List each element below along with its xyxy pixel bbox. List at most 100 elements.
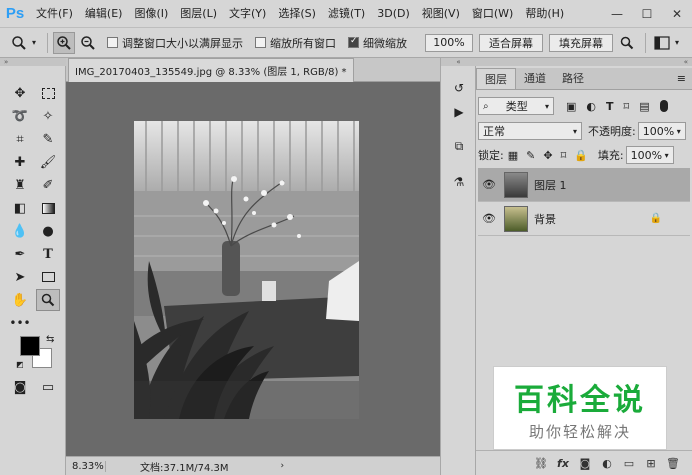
panel-grip[interactable]: « bbox=[476, 58, 692, 66]
zoom-tool-icon[interactable] bbox=[36, 289, 60, 311]
lock-image-icon[interactable]: ✎ bbox=[526, 149, 535, 162]
foreground-color-swatch[interactable] bbox=[20, 336, 40, 356]
filter-pixel-icon[interactable]: ▣ bbox=[566, 100, 576, 113]
path-selection-tool-icon[interactable]: ➤ bbox=[8, 266, 32, 288]
menu-edit[interactable]: 编辑(E) bbox=[79, 0, 129, 28]
tab-layers[interactable]: 图层 bbox=[476, 68, 516, 89]
zoom-100-button[interactable]: 100% bbox=[425, 33, 474, 52]
menu-image[interactable]: 图像(I) bbox=[128, 0, 174, 28]
maximize-icon[interactable]: ☐ bbox=[632, 0, 662, 28]
workspace-icon[interactable] bbox=[651, 32, 673, 54]
screen-mode-icon[interactable]: ▭ bbox=[36, 376, 60, 398]
tab-channels[interactable]: 通道 bbox=[516, 68, 554, 89]
menu-file[interactable]: 文件(F) bbox=[30, 0, 79, 28]
lock-transparent-icon[interactable]: ▦ bbox=[508, 149, 518, 162]
swap-colors-icon[interactable]: ⇆ bbox=[46, 334, 54, 345]
layer-row-background[interactable]: 👁 背景 🔒 bbox=[478, 202, 690, 236]
minimize-icon[interactable]: — bbox=[602, 0, 632, 28]
healing-brush-tool-icon[interactable]: ✚ bbox=[8, 151, 32, 173]
fill-screen-button[interactable]: 填充屏幕 bbox=[549, 33, 614, 52]
lock-label: 锁定: bbox=[478, 149, 504, 162]
filter-search-icon: ⌕ bbox=[483, 100, 489, 112]
menu-help[interactable]: 帮助(H) bbox=[519, 0, 570, 28]
layer-thumbnail bbox=[504, 205, 528, 232]
brush-tool-icon[interactable]: 🖌 bbox=[36, 151, 60, 173]
watermark-subtitle: 助你轻松解决 bbox=[528, 422, 631, 441]
dodge-tool-icon[interactable]: ● bbox=[36, 220, 60, 242]
marquee-tool-icon[interactable] bbox=[36, 82, 60, 104]
new-group-icon[interactable]: ▭ bbox=[618, 457, 640, 470]
eyedropper-tool-icon[interactable]: ✎ bbox=[36, 128, 60, 150]
properties-panel-icon[interactable]: ⚗ bbox=[449, 172, 469, 192]
filter-adjustment-icon[interactable]: ◐ bbox=[586, 100, 596, 113]
new-layer-icon[interactable]: ⊞ bbox=[640, 457, 662, 470]
status-menu-arrow-icon[interactable]: › bbox=[281, 461, 285, 471]
actions-panel-icon[interactable]: ▶ bbox=[449, 102, 469, 122]
lock-position-icon[interactable]: ✥ bbox=[543, 149, 552, 162]
delete-layer-icon[interactable]: 🗑 bbox=[662, 457, 684, 470]
rectangle-tool-icon[interactable] bbox=[36, 266, 60, 288]
tab-paths[interactable]: 路径 bbox=[554, 68, 592, 89]
lasso-tool-icon[interactable]: ➰ bbox=[8, 105, 32, 127]
resize-windows-checkbox[interactable]: 调整窗口大小以满屏显示 bbox=[107, 35, 243, 51]
crop-tool-icon[interactable]: ⌗ bbox=[8, 128, 32, 150]
menu-bar: Ps 文件(F) 编辑(E) 图像(I) 图层(L) 文字(Y) 选择(S) 滤… bbox=[0, 0, 692, 28]
scrubby-zoom-checkbox[interactable]: 细微缩放 bbox=[348, 35, 407, 51]
lock-artboard-icon[interactable]: ⌑ bbox=[561, 149, 567, 162]
toolbar-grip[interactable]: » bbox=[0, 58, 66, 66]
zoom-all-checkbox[interactable]: 缩放所有窗口 bbox=[255, 35, 336, 51]
menu-3d[interactable]: 3D(D) bbox=[371, 0, 416, 28]
layer-filter-select[interactable]: ⌕ 类型 ▾ bbox=[478, 97, 554, 115]
menu-window[interactable]: 窗口(W) bbox=[466, 0, 519, 28]
status-bar: 8.33% 文档:37.1M/74.3M › bbox=[66, 456, 440, 475]
dock-grip[interactable]: « bbox=[441, 58, 476, 66]
menu-select[interactable]: 选择(S) bbox=[272, 0, 322, 28]
menu-filter[interactable]: 滤镜(T) bbox=[322, 0, 371, 28]
move-tool-icon[interactable]: ✥ bbox=[8, 82, 32, 104]
panel-menu-icon[interactable]: ≡ bbox=[677, 68, 686, 89]
fill-field[interactable]: 100% ▾ bbox=[625, 146, 674, 164]
zoom-tool-preset-icon[interactable] bbox=[8, 32, 30, 54]
visibility-eye-icon[interactable]: 👁 bbox=[478, 212, 500, 225]
history-panel-icon[interactable]: ↺ bbox=[449, 78, 469, 98]
history-brush-tool-icon[interactable]: ✐ bbox=[36, 174, 60, 196]
filter-smart-object-icon[interactable]: ▤ bbox=[639, 100, 649, 113]
preset-chevron-icon[interactable]: ▾ bbox=[32, 38, 36, 47]
eraser-tool-icon[interactable]: ◧ bbox=[8, 197, 32, 219]
close-icon[interactable]: ✕ bbox=[662, 0, 692, 28]
layer-row-layer1[interactable]: 👁 图层 1 bbox=[478, 168, 690, 202]
fit-screen-button[interactable]: 适合屏幕 bbox=[479, 33, 544, 52]
layer-style-icon[interactable]: fx bbox=[552, 457, 574, 470]
zoom-level-field[interactable]: 8.33% bbox=[66, 460, 106, 472]
blur-tool-icon[interactable]: 💧 bbox=[8, 220, 32, 242]
quick-mask-icon[interactable]: ◙ bbox=[8, 376, 32, 398]
filter-shape-icon[interactable]: ⌑ bbox=[624, 100, 630, 113]
visibility-eye-icon[interactable]: 👁 bbox=[478, 178, 500, 191]
menu-type[interactable]: 文字(Y) bbox=[223, 0, 272, 28]
default-colors-icon[interactable]: ◩ bbox=[16, 360, 24, 369]
menu-layer[interactable]: 图层(L) bbox=[174, 0, 223, 28]
zoom-out-icon[interactable] bbox=[77, 32, 99, 54]
type-tool-icon[interactable]: T bbox=[36, 243, 60, 265]
more-tools-icon[interactable]: ••• bbox=[8, 312, 32, 334]
opacity-field[interactable]: 100% ▾ bbox=[637, 122, 686, 140]
zoom-in-icon[interactable] bbox=[53, 31, 76, 54]
3d-panel-icon[interactable]: ⧉ bbox=[449, 136, 469, 156]
lock-all-icon[interactable]: 🔒 bbox=[574, 149, 588, 162]
link-layers-icon[interactable]: ⛓ bbox=[530, 457, 552, 470]
filter-type-icon[interactable]: T bbox=[606, 100, 614, 113]
clone-stamp-tool-icon[interactable]: ♜ bbox=[8, 174, 32, 196]
pen-tool-icon[interactable]: ✒ bbox=[8, 243, 32, 265]
menu-view[interactable]: 视图(V) bbox=[416, 0, 466, 28]
filter-toggle-icon[interactable] bbox=[659, 100, 668, 112]
hand-tool-icon[interactable]: ✋ bbox=[8, 289, 32, 311]
layer-mask-icon[interactable]: ◙ bbox=[574, 457, 596, 470]
workspace-chevron-icon[interactable]: ▾ bbox=[675, 38, 679, 47]
document-tab[interactable]: IMG_20170403_135549.jpg @ 8.33% (图层 1, R… bbox=[68, 58, 354, 82]
search-icon[interactable] bbox=[616, 32, 638, 54]
adjustment-layer-icon[interactable]: ◐ bbox=[596, 457, 618, 470]
document-image[interactable] bbox=[134, 121, 359, 419]
blend-mode-select[interactable]: 正常 ▾ bbox=[478, 122, 582, 140]
gradient-tool-icon[interactable] bbox=[36, 197, 60, 219]
magic-wand-tool-icon[interactable]: ✧ bbox=[36, 105, 60, 127]
